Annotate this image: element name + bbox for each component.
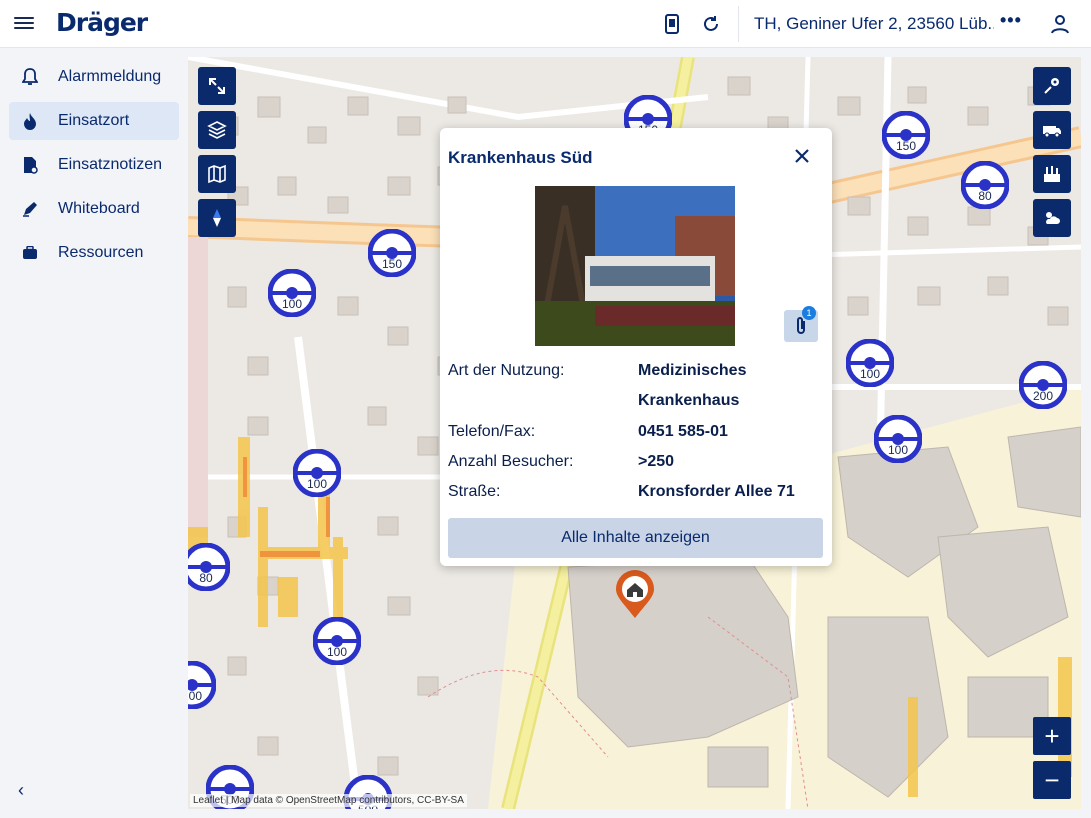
vehicles-button[interactable] — [1033, 111, 1071, 149]
speed-limit-sign[interactable]: 80 — [960, 160, 1010, 210]
speed-limit-sign[interactable]: 100 — [292, 448, 342, 498]
compass-button[interactable] — [198, 199, 236, 237]
fire-truck-icon — [1043, 126, 1061, 138]
header-divider — [738, 6, 739, 42]
sidebar-item-einsatzort[interactable]: Einsatzort — [9, 102, 179, 140]
speed-limit-sign[interactable]: 200 — [1018, 360, 1068, 410]
compass-icon — [213, 209, 221, 227]
speed-limit-sign[interactable]: 100 — [845, 338, 895, 388]
weather-icon — [1046, 212, 1060, 224]
field-value: Krankenhaus — [638, 392, 740, 409]
facility-info-popup: Krankenhaus Süd 1 Art der Nutzung: Mediz… — [440, 128, 832, 566]
sidebar-item-label: Alarmmeldung — [58, 68, 162, 85]
sidebar-item-label: Einsatznotizen — [58, 156, 163, 173]
field-value: Medizinisches — [638, 362, 747, 379]
menu-icon[interactable] — [14, 14, 34, 34]
popup-title: Krankenhaus Süd — [448, 148, 593, 167]
more-options-icon[interactable]: ••• — [1000, 10, 1022, 31]
show-all-content-button[interactable]: Alle Inhalte anzeigen — [448, 518, 823, 558]
refresh-icon[interactable] — [699, 12, 723, 36]
layers-icon — [207, 121, 227, 139]
field-label: Anzahl Besucher: — [448, 453, 574, 470]
attachments-count-badge: 1 — [802, 306, 816, 320]
mobile-device-icon[interactable] — [660, 12, 684, 36]
zoom-in-button[interactable]: + — [1033, 717, 1071, 755]
layers-button[interactable] — [198, 111, 236, 149]
sidebar-item-label: Ressourcen — [58, 244, 144, 261]
tools-button[interactable] — [1033, 155, 1071, 193]
field-label: Art der Nutzung: — [448, 362, 565, 379]
openstreetmap-link[interactable]: OpenStreetMap — [286, 795, 357, 806]
incident-location[interactable]: TH, Geniner Ufer 2, 23560 Lüb... — [754, 14, 994, 34]
speed-limit-sign[interactable]: 150 — [881, 110, 931, 160]
zoom-out-button[interactable]: − — [1033, 761, 1071, 799]
sidebar-item-einsatznotizen[interactable]: Einsatznotizen — [9, 146, 179, 184]
hydrant-location-button[interactable] — [1033, 67, 1071, 105]
sidebar-item-ressourcen[interactable]: Ressourcen — [9, 234, 179, 272]
bell-icon — [20, 67, 40, 87]
field-value: Kronsforder Allee 71 — [638, 483, 795, 500]
sidebar-item-alarmmeldung[interactable]: Alarmmeldung — [9, 58, 179, 96]
field-label: Straße: — [448, 483, 501, 500]
briefcase-icon — [20, 243, 40, 263]
speed-limit-sign[interactable]: 100 — [188, 660, 217, 710]
attachments-button[interactable]: 1 — [784, 306, 818, 342]
brand-logo: Dräger — [56, 8, 148, 37]
user-icon[interactable] — [1048, 12, 1072, 36]
speed-limit-sign[interactable]: 100 — [312, 616, 362, 666]
tools-icon — [1044, 166, 1060, 182]
speed-limit-sign[interactable]: 100 — [873, 414, 923, 464]
app-header: Dräger TH, Geniner Ufer 2, 23560 Lüb... … — [0, 0, 1091, 48]
flame-icon — [20, 111, 40, 131]
sidebar-item-label: Einsatzort — [58, 112, 130, 129]
map-type-button[interactable] — [198, 155, 236, 193]
weather-button[interactable] — [1033, 199, 1071, 237]
collapse-sidebar-icon[interactable]: ‹ — [18, 780, 24, 801]
speed-limit-sign[interactable]: 80 — [188, 542, 231, 592]
sidebar-item-whiteboard[interactable]: Whiteboard — [9, 190, 179, 228]
speed-limit-sign[interactable]: 100 — [267, 268, 317, 318]
expand-icon — [209, 78, 225, 94]
field-value: 0451 585-01 — [638, 423, 728, 440]
close-icon[interactable] — [792, 146, 812, 166]
speed-limit-sign[interactable]: 150 — [367, 228, 417, 278]
incident-marker[interactable] — [614, 570, 656, 620]
map-icon — [208, 164, 226, 184]
sidebar: Alarmmeldung Einsatzort Einsatznotizen W… — [0, 48, 188, 818]
sidebar-item-label: Whiteboard — [58, 200, 140, 217]
field-value: >250 — [638, 453, 675, 470]
leaflet-link[interactable]: Leaflet — [193, 795, 223, 806]
notes-icon — [20, 155, 40, 175]
pen-icon — [20, 199, 40, 219]
facility-photo — [535, 186, 735, 346]
location-pin-icon — [1044, 78, 1059, 94]
map-attribution: Leaflet | Map data © OpenStreetMap contr… — [190, 794, 467, 807]
house-pin-icon — [616, 570, 654, 618]
fullscreen-button[interactable] — [198, 67, 236, 105]
field-label: Telefon/Fax: — [448, 423, 536, 440]
